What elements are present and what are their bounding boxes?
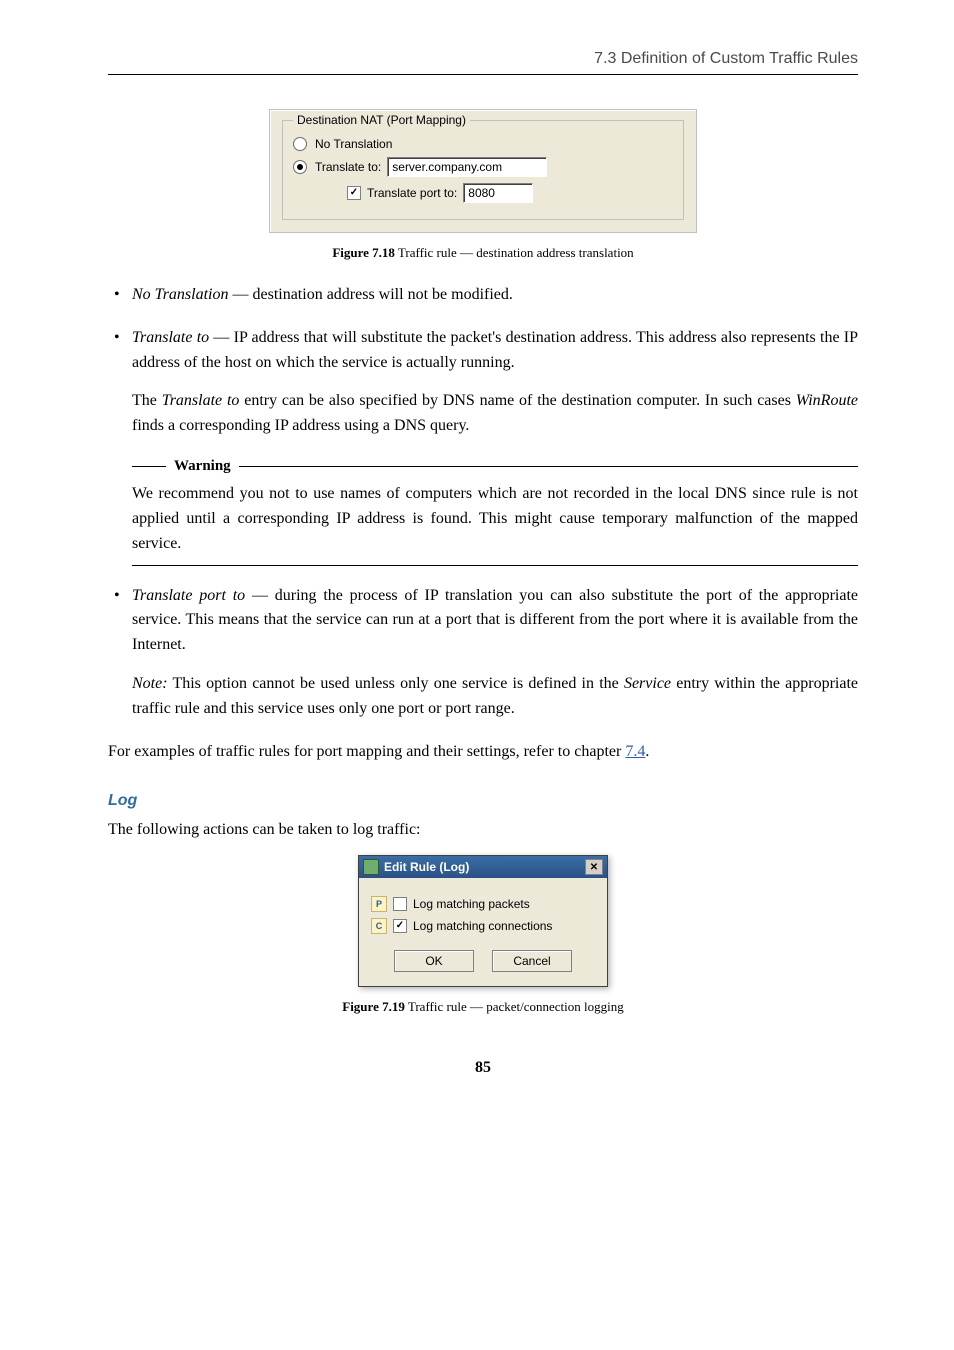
checkbox-translate-port[interactable] <box>347 186 361 200</box>
close-icon: ✕ <box>590 862 598 873</box>
ok-button[interactable]: OK <box>394 950 474 972</box>
log-intro: The following actions can be taken to lo… <box>108 818 858 843</box>
radio-icon <box>293 137 307 151</box>
checkbox-label: Log matching packets <box>413 897 530 911</box>
list-item: Translate to — IP address that will subs… <box>108 326 858 566</box>
radio-label: No Translation <box>315 137 392 151</box>
row-log-packets: P Log matching packets <box>371 896 595 912</box>
dialog-titlebar: Edit Rule (Log) ✕ <box>359 856 607 878</box>
dest-nat-panel: Destination NAT (Port Mapping) No Transl… <box>269 109 697 233</box>
list-item: No Translation — destination address wil… <box>108 283 858 308</box>
translate-to-input[interactable] <box>387 157 547 177</box>
checkbox-log-connections[interactable] <box>393 919 407 933</box>
translate-port-row: Translate port to: <box>347 183 673 203</box>
closing-paragraph: For examples of traffic rules for port m… <box>108 740 858 765</box>
translate-port-input[interactable] <box>463 183 533 203</box>
cancel-button[interactable]: Cancel <box>492 950 572 972</box>
close-button[interactable]: ✕ <box>585 859 603 875</box>
packet-icon: P <box>371 896 387 912</box>
radio-icon <box>293 160 307 174</box>
groupbox-legend: Destination NAT (Port Mapping) <box>293 113 470 127</box>
warning-label: Warning <box>174 455 231 478</box>
log-heading: Log <box>108 792 858 810</box>
edit-rule-log-dialog: Edit Rule (Log) ✕ P Log matching packets… <box>358 855 608 987</box>
list-item: Translate port to — during the process o… <box>108 584 858 722</box>
figure-7-19-caption: Figure 7.19 Traffic rule — packet/connec… <box>108 999 858 1015</box>
checkbox-label: Log matching connections <box>413 919 552 933</box>
figure-7-18: Destination NAT (Port Mapping) No Transl… <box>108 109 858 233</box>
radio-label: Translate to: <box>315 160 381 174</box>
page-number: 85 <box>108 1059 858 1077</box>
running-header: 7.3 Definition of Custom Traffic Rules <box>108 50 858 75</box>
app-icon <box>363 859 379 875</box>
figure-7-18-caption: Figure 7.18 Traffic rule — destination a… <box>108 245 858 261</box>
radio-no-translation[interactable]: No Translation <box>293 137 673 151</box>
checkbox-label: Translate port to: <box>367 186 457 200</box>
chapter-link[interactable]: 7.4 <box>625 743 645 760</box>
connection-icon: C <box>371 918 387 934</box>
warning-block: Warning We recommend you not to use name… <box>132 455 858 566</box>
warning-body: We recommend you not to use names of com… <box>132 482 858 565</box>
figure-7-19: Edit Rule (Log) ✕ P Log matching packets… <box>108 855 858 987</box>
radio-translate-to[interactable]: Translate to: <box>293 157 673 177</box>
checkbox-log-packets[interactable] <box>393 897 407 911</box>
row-log-connections: C Log matching connections <box>371 918 595 934</box>
dialog-title: Edit Rule (Log) <box>384 860 469 874</box>
